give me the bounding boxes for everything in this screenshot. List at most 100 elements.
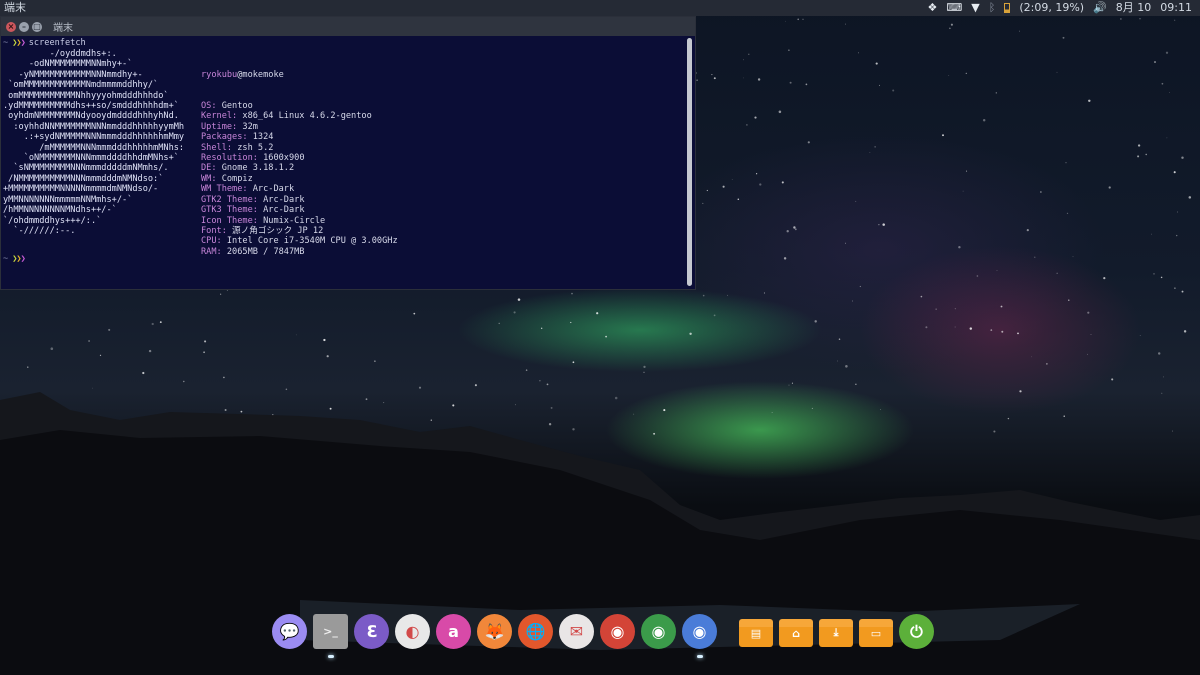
home-folder-icon[interactable]: ⌂ xyxy=(779,619,813,647)
ascii-art-line: omMMMMMMMMMMMNhhyyyohmdddhhhdo` xyxy=(3,90,169,101)
application-dock: 💬 >_ ℇ ◐ a 🦊 🌐 ✉ ◉ ◉ ◉ ▤ ⌂ ⤓ ▭ ⏻ xyxy=(272,614,934,660)
power-icon[interactable]: ⏻ xyxy=(899,614,934,649)
info-key: DE: xyxy=(201,163,217,174)
prompt-tilde: ~ xyxy=(3,38,9,48)
prompt-line-current[interactable]: ~ ❯❯❯ xyxy=(3,254,26,264)
ascii-art-line: `sNMMMMMMMMNNNmmmdddddmNMmhs/. xyxy=(3,163,169,174)
info-value: x86_64 Linux 4.6.2-gentoo xyxy=(237,111,372,122)
maximize-icon[interactable]: □ xyxy=(32,21,42,32)
info-line: Kernel: x86_64 Linux 4.6.2-gentoo xyxy=(201,111,398,121)
info-key: Font: xyxy=(201,225,227,236)
info-key: Kernel: xyxy=(201,111,238,122)
terminal-app-icon[interactable]: >_ xyxy=(313,614,348,658)
ascii-art-line: oyhdmNMMMMMMMNdyooydmddddhhhyhNd. xyxy=(3,111,179,122)
chrome-alt-icon[interactable]: ◉ xyxy=(641,614,676,649)
chat-app-icon[interactable]: 💬 xyxy=(272,614,307,649)
firefox-icon[interactable]: 🌐 xyxy=(518,614,553,649)
ascii-art-line: +MMMMMMMMMMNNNNNmmmmdmNMNdso/- xyxy=(3,184,159,195)
active-window-title[interactable]: 端末 xyxy=(0,0,26,16)
info-line: Resolution: 1600x900 xyxy=(201,153,398,163)
running-indicator xyxy=(696,655,703,658)
documents-folder-glyph-icon: ▤ xyxy=(750,626,762,640)
ascii-art-line: .:+sydNMMMMMNNNmmmdddhhhhhhmMmy xyxy=(3,132,185,143)
gimp-glyph-icon: 🦊 xyxy=(484,622,505,641)
info-value: Gentoo xyxy=(216,101,253,112)
prompt-arrows-icon: ❯❯❯ xyxy=(12,38,26,48)
info-line: RAM: 2065MB / 7847MB xyxy=(201,247,398,257)
clock-time[interactable]: 09:11 xyxy=(1160,0,1192,16)
info-key: Resolution: xyxy=(201,153,258,164)
documents-folder-icon[interactable]: ▤ xyxy=(739,619,773,647)
chrome-alt-glyph-icon: ◉ xyxy=(651,622,666,641)
chromium-icon[interactable]: ◉ xyxy=(682,614,717,658)
ascii-art-line: -odNMMMMMMMMNNmhy+-` xyxy=(3,59,133,70)
terminal-output[interactable]: ~ ❯❯❯ screenfetch -/oyddmdhs+:. -odNMMMM… xyxy=(1,36,695,289)
user-host-line: ryokubu@mokemoke xyxy=(201,69,284,80)
ascii-art-line: `/ohdmmddhys+++/:.` xyxy=(3,215,102,226)
info-value: zsh 5.2 xyxy=(232,142,274,153)
keyboard-icon[interactable]: ⌨ xyxy=(946,0,962,16)
chrome-glyph-icon: ◉ xyxy=(610,622,625,641)
wifi-icon[interactable]: ▼ xyxy=(971,0,979,16)
gimp-icon[interactable]: 🦊 xyxy=(477,614,512,649)
ascii-art-line: `-//////:--. xyxy=(3,225,76,236)
info-line: Icon Theme: Numix-Circle xyxy=(201,216,398,226)
info-value: Compiz xyxy=(216,173,253,184)
prompt-arrows-icon: ❯❯❯ xyxy=(12,254,26,264)
terminal-app-glyph-icon: >_ xyxy=(323,625,338,638)
settings-toggle-glyph-icon: ◐ xyxy=(405,622,420,641)
info-key: Icon Theme: xyxy=(201,215,258,226)
ascii-art-line: /mMMMMMMNNNmmmdddhhhhhmMNhs: xyxy=(3,142,185,153)
info-key: Shell: xyxy=(201,142,233,153)
terminal-window[interactable]: × – □ 端末 ~ ❯❯❯ screenfetch -/oyddmdhs+:.… xyxy=(0,16,696,290)
ascii-art-line: -yNMMMMMMMMMMMNNNmmdhy+- xyxy=(3,69,143,80)
desktop-folder-icon[interactable]: ▭ xyxy=(859,619,893,647)
info-key: WM: xyxy=(201,173,217,184)
minimize-icon[interactable]: – xyxy=(19,21,29,32)
terminal-scrollbar[interactable] xyxy=(687,38,692,286)
info-line: Uptime: 32m xyxy=(201,122,398,132)
info-value: Arc-Dark xyxy=(257,194,305,205)
info-line: CPU: Intel Core i7-3540M CPU @ 3.00GHz xyxy=(201,236,398,246)
info-value: Intel Core i7-3540M CPU @ 3.00GHz xyxy=(221,236,398,247)
home-folder-glyph-icon: ⌂ xyxy=(792,626,800,640)
close-icon[interactable]: × xyxy=(6,21,16,32)
info-key: GTK3 Theme: xyxy=(201,205,258,216)
info-value: 2065MB / 7847MB xyxy=(221,246,305,257)
ascii-art-line: .ydMMMMMMMMMMdhs++so/smdddhhhhdm+` xyxy=(3,101,179,112)
clock-date[interactable]: 8月 10 xyxy=(1116,0,1152,16)
volume-icon[interactable]: 🔊 xyxy=(1093,0,1107,16)
ascii-art-line: -/oyddmdhs+:. xyxy=(3,49,117,59)
bluetooth-icon[interactable]: ᛒ xyxy=(989,0,996,16)
emacs-glyph-icon: ℇ xyxy=(366,622,377,641)
system-info: ryokubu@mokemoke OS: Gentoo Kernel: x86_6… xyxy=(201,49,398,257)
mail-app-icon[interactable]: ✉ xyxy=(559,614,594,649)
info-line: WM Theme: Arc-Dark xyxy=(201,184,398,194)
ascii-art-line: :oyhhdNNMMMMMMMNNNmmdddhhhhhyymMh xyxy=(3,121,185,132)
chromium-glyph-icon: ◉ xyxy=(692,622,707,641)
info-value: 1600x900 xyxy=(257,153,305,164)
ascii-art-line: `oNMMMMMMMNNNmmmddddhhdmMNhs+` xyxy=(3,153,179,164)
firefox-glyph-icon: 🌐 xyxy=(525,622,546,641)
info-line: GTK2 Theme: Arc-Dark xyxy=(201,195,398,205)
battery-icon[interactable] xyxy=(1004,3,1011,13)
info-key: Packages: xyxy=(201,132,248,143)
battery-status[interactable]: (2:09, 19%) xyxy=(1019,0,1084,16)
info-line: WM: Compiz xyxy=(201,174,398,184)
terminal-titlebar[interactable]: × – □ 端末 xyxy=(1,17,695,36)
command-text: screenfetch xyxy=(28,38,86,48)
settings-toggle-icon[interactable]: ◐ xyxy=(395,614,430,649)
system-tray: ❖ ⌨ ▼ ᛒ (2:09, 19%) 🔊 8月 10 09:11 xyxy=(928,0,1200,16)
terminal-title: 端末 xyxy=(53,23,73,34)
downloads-folder-icon[interactable]: ⤓ xyxy=(819,619,853,647)
ascii-art-line: /hMMNNNNNNNNMNdhs++/-` xyxy=(3,205,117,216)
info-key: WM Theme: xyxy=(201,184,248,195)
downloads-folder-glyph-icon: ⤓ xyxy=(833,626,839,639)
info-key: CPU: xyxy=(201,236,222,247)
chrome-icon[interactable]: ◉ xyxy=(600,614,635,649)
dropbox-icon[interactable]: ❖ xyxy=(928,0,938,16)
info-key: RAM: xyxy=(201,246,222,257)
anki-icon[interactable]: a xyxy=(436,614,471,649)
info-key: OS: xyxy=(201,101,217,112)
emacs-icon[interactable]: ℇ xyxy=(354,614,389,649)
